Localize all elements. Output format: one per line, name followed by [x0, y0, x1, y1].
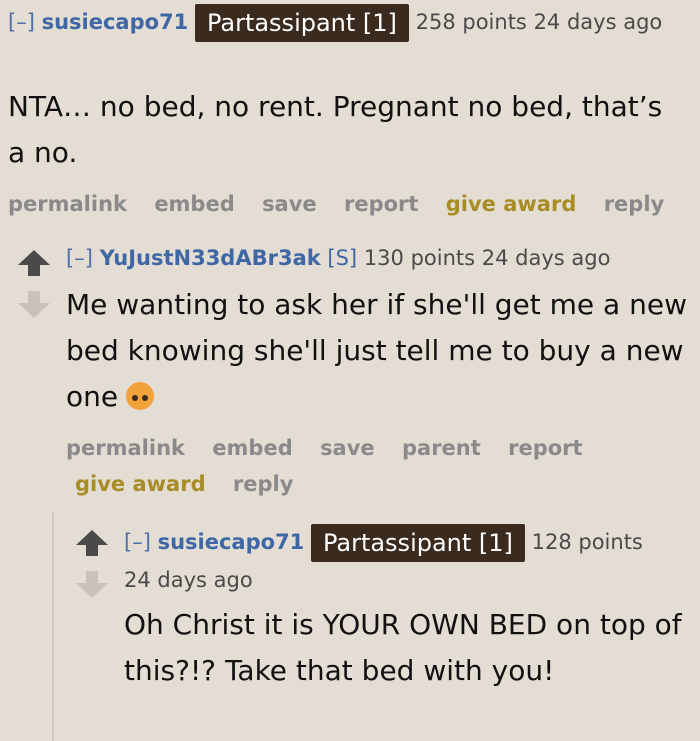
downvote-arrow-icon[interactable]	[76, 571, 108, 598]
comment-body: Oh Christ it is YOUR OWN BED on top of t…	[124, 608, 682, 687]
give-award-button[interactable]: give award	[446, 192, 577, 216]
comment-tagline: [–] susiecapo71 Partassipant [1] 258 poi…	[8, 4, 698, 42]
timestamp: 24 days ago	[481, 246, 611, 270]
downvote-arrow-icon[interactable]	[18, 291, 50, 318]
comment-body: Me wanting to ask her if she'll get me a…	[66, 282, 696, 420]
score: 258 points	[415, 10, 527, 34]
submitter-badge[interactable]: [S]	[327, 246, 357, 270]
embed-button[interactable]: embed	[212, 436, 292, 460]
give-award-button[interactable]: give award	[75, 472, 206, 496]
user-flair: Partassipant [1]	[194, 4, 409, 42]
timestamp: 24 days ago	[533, 10, 663, 34]
permalink-button[interactable]: permalink	[66, 436, 185, 460]
embed-button[interactable]: embed	[154, 192, 234, 216]
collapse-toggle[interactable]: [–]	[66, 246, 93, 270]
parent-button[interactable]: parent	[402, 436, 481, 460]
reply-button[interactable]: reply	[604, 192, 665, 216]
author-link[interactable]: susiecapo71	[158, 530, 305, 554]
comment-text: Me wanting to ask her if she'll get me a…	[66, 288, 687, 413]
comment-actions: permalink embed save parent report give …	[66, 430, 626, 502]
collapse-toggle[interactable]: [–]	[8, 10, 35, 34]
collapse-toggle[interactable]: [–]	[124, 530, 151, 554]
author-link[interactable]: susiecapo71	[42, 10, 189, 34]
comment-actions: permalink embed save report give award r…	[8, 186, 684, 222]
upvote-arrow-icon[interactable]	[18, 250, 50, 276]
flushed-face-emoji-icon	[126, 382, 155, 410]
upvote-arrow-icon[interactable]	[76, 530, 108, 556]
timestamp: 24 days ago	[124, 568, 253, 592]
reply-button[interactable]: reply	[233, 472, 294, 496]
report-button[interactable]: report	[344, 192, 418, 216]
score: 130 points	[363, 246, 476, 270]
comment-body: NTA… no bed, no rent. Pregnant no bed, t…	[8, 90, 663, 169]
comment-tagline: [–] YuJustN33dABr3ak [S] 130 points 24 d…	[66, 240, 610, 276]
thread-line[interactable]	[52, 512, 54, 741]
author-link[interactable]: YuJustN33dABr3ak	[100, 246, 321, 270]
save-button[interactable]: save	[262, 192, 317, 216]
save-button[interactable]: save	[320, 436, 375, 460]
comment-thread: [–] susiecapo71 Partassipant [1] 258 poi…	[0, 0, 700, 741]
report-button[interactable]: report	[508, 436, 582, 460]
user-flair: Partassipant [1]	[310, 524, 525, 562]
score: 128 points	[531, 530, 643, 554]
permalink-button[interactable]: permalink	[8, 192, 127, 216]
comment-tagline: [–] susiecapo71 Partassipant [1] 128 poi…	[124, 524, 664, 598]
